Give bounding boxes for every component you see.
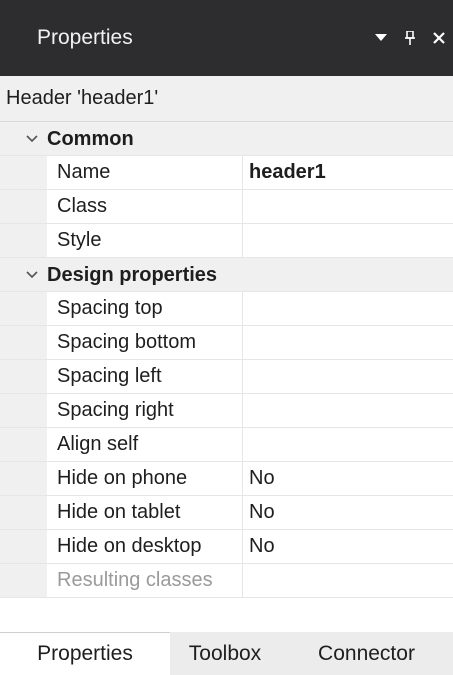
category-common[interactable]: Common (0, 122, 453, 156)
property-name: Name (47, 156, 243, 189)
property-value[interactable] (243, 360, 453, 393)
property-value[interactable] (243, 326, 453, 359)
property-value[interactable]: No (243, 530, 453, 563)
property-row-class[interactable]: Class (0, 190, 453, 224)
property-row-hide-on-phone[interactable]: Hide on phone No (0, 462, 453, 496)
tab-toolbox[interactable]: Toolbox (170, 632, 280, 675)
category-label: Common (47, 127, 134, 150)
property-name: Resulting classes (47, 564, 243, 597)
property-name: Class (47, 190, 243, 223)
tab-connector[interactable]: Connector (280, 632, 453, 675)
tab-properties[interactable]: Properties (0, 632, 170, 675)
property-row-spacing-left[interactable]: Spacing left (0, 360, 453, 394)
property-name: Align self (47, 428, 243, 461)
category-label: Design properties (47, 263, 218, 286)
category-design-properties[interactable]: Design properties (0, 258, 453, 292)
property-value[interactable] (243, 394, 453, 427)
property-value[interactable]: No (243, 462, 453, 495)
panel-tab-strip: Properties Toolbox Connector (0, 632, 453, 675)
property-name: Hide on tablet (47, 496, 243, 529)
property-value[interactable] (243, 292, 453, 325)
chevron-down-icon[interactable] (375, 34, 387, 42)
property-row-spacing-bottom[interactable]: Spacing bottom (0, 326, 453, 360)
selected-object-label: Header 'header1' (6, 87, 159, 109)
property-name: Hide on phone (47, 462, 243, 495)
close-icon[interactable] (433, 32, 445, 44)
property-value[interactable] (243, 190, 453, 223)
property-name: Spacing top (47, 292, 243, 325)
pin-icon[interactable] (405, 31, 415, 45)
panel-titlebar: Properties (0, 0, 453, 76)
property-name: Spacing bottom (47, 326, 243, 359)
property-row-name[interactable]: Name header1 (0, 156, 453, 190)
chevron-expanded-icon[interactable] (26, 258, 38, 292)
property-row-hide-on-desktop[interactable]: Hide on desktop No (0, 530, 453, 564)
titlebar-controls (375, 0, 445, 76)
property-name: Style (47, 224, 243, 257)
property-row-spacing-right[interactable]: Spacing right (0, 394, 453, 428)
property-value[interactable]: No (243, 496, 453, 529)
chevron-expanded-icon[interactable] (26, 122, 38, 156)
property-row-style[interactable]: Style (0, 224, 453, 258)
property-value[interactable] (243, 224, 453, 257)
property-grid: Common Name header1 Class Style Design p… (0, 122, 453, 632)
property-name: Hide on desktop (47, 530, 243, 563)
property-row-resulting-classes[interactable]: Resulting classes (0, 564, 453, 598)
property-row-hide-on-tablet[interactable]: Hide on tablet No (0, 496, 453, 530)
property-value[interactable] (243, 428, 453, 461)
selected-object-header: Header 'header1' (0, 76, 453, 122)
property-row-spacing-top[interactable]: Spacing top (0, 292, 453, 326)
property-name: Spacing left (47, 360, 243, 393)
property-value[interactable]: header1 (243, 156, 453, 189)
property-name: Spacing right (47, 394, 243, 427)
property-value (243, 564, 453, 597)
panel-title: Properties (37, 26, 133, 49)
property-row-align-self[interactable]: Align self (0, 428, 453, 462)
